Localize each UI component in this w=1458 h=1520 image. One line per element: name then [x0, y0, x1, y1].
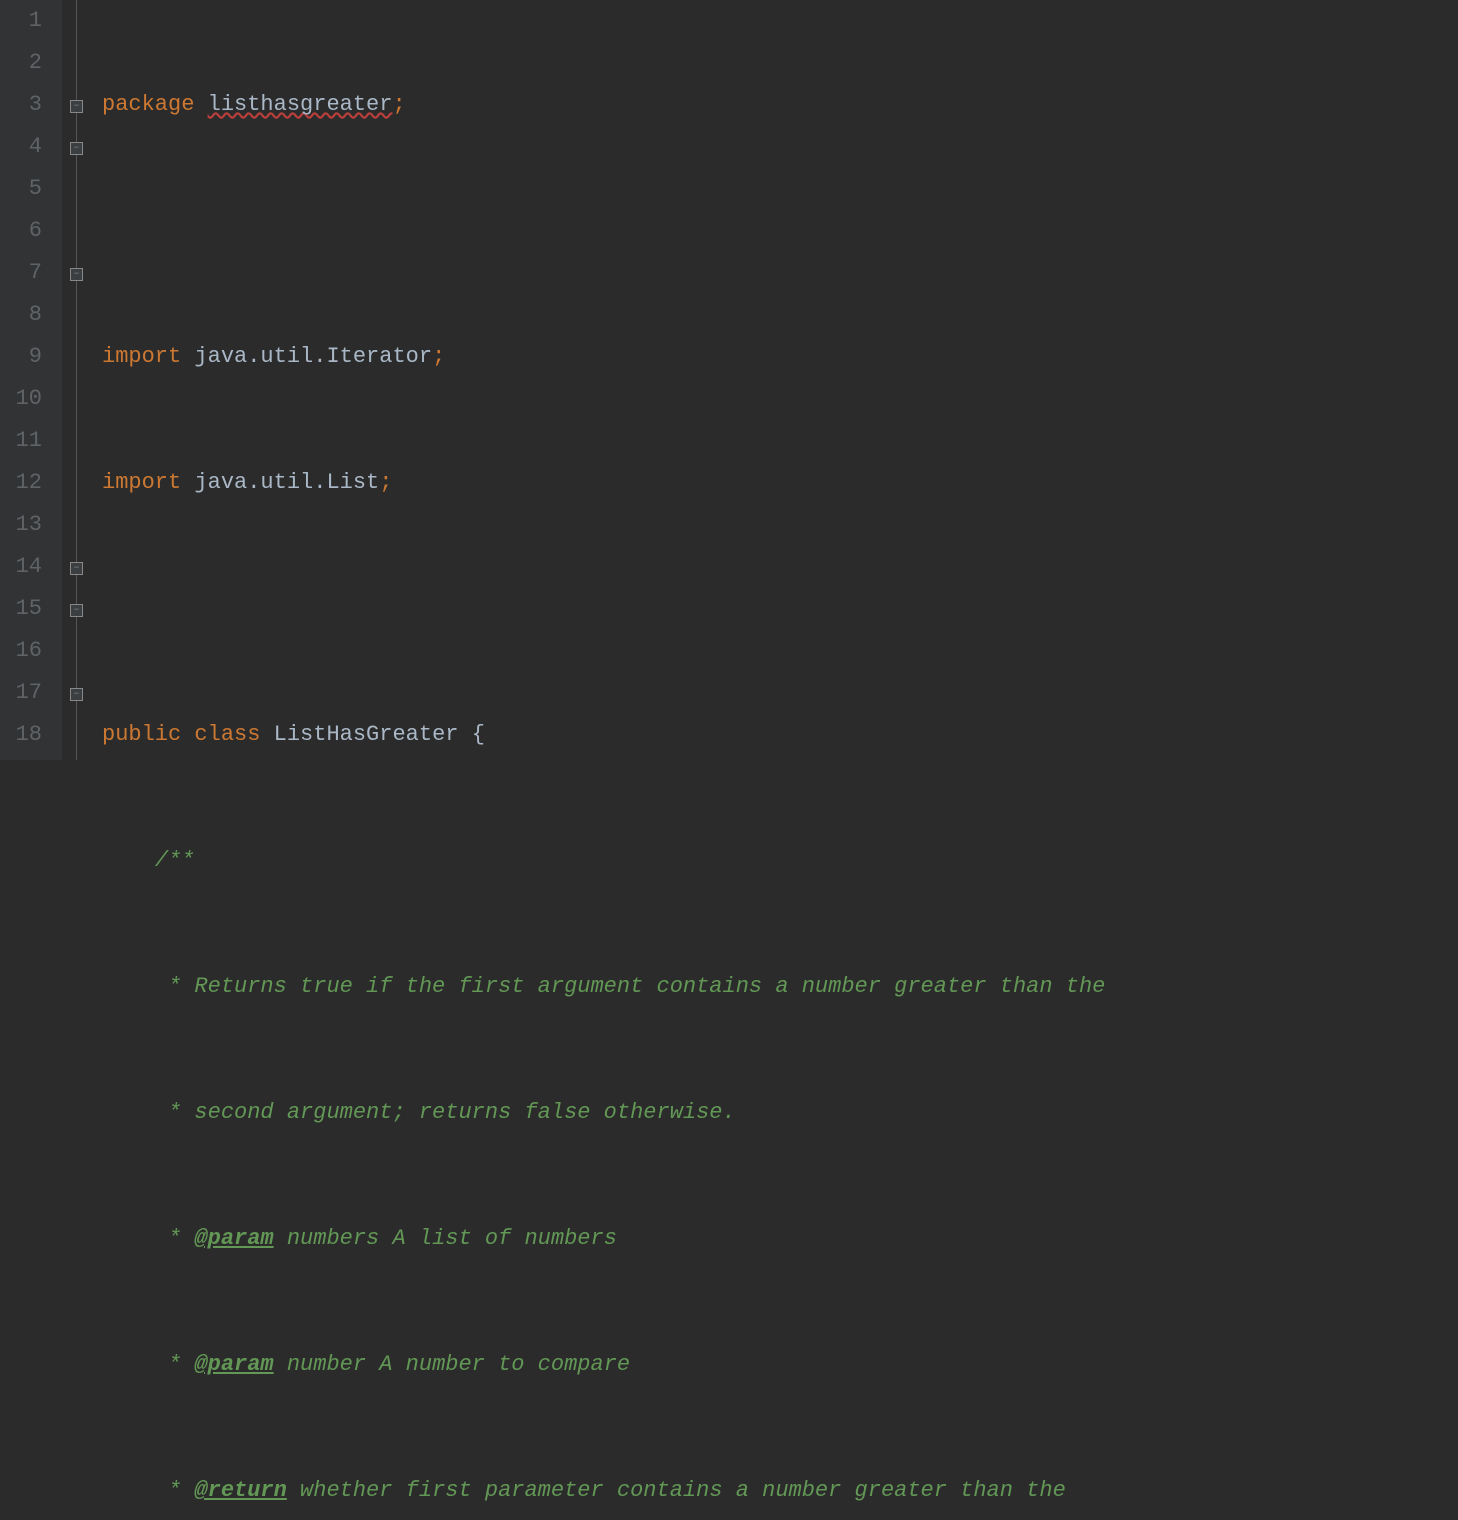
code-line[interactable] — [102, 588, 1105, 630]
fold-toggle-icon[interactable]: − — [70, 100, 83, 113]
javadoc-line: * Returns true if the first argument con… — [155, 974, 1106, 999]
class-name: ListHasGreater — [274, 722, 459, 747]
line-number: 10 — [10, 378, 42, 420]
fold-toggle-icon[interactable]: − — [70, 688, 83, 701]
code-line[interactable]: import java.util.List; — [102, 462, 1105, 504]
code-area[interactable]: package listhasgreater; import java.util… — [92, 0, 1105, 760]
line-number: 16 — [10, 630, 42, 672]
code-line[interactable]: package listhasgreater; — [102, 84, 1105, 126]
javadoc-tag-param: @param — [194, 1352, 273, 1377]
code-line[interactable]: public class ListHasGreater { — [102, 714, 1105, 756]
javadoc-star: * — [155, 1478, 195, 1503]
semicolon: ; — [379, 470, 392, 495]
line-number: 12 — [10, 462, 42, 504]
fold-gutter[interactable]: − − − − − − — [62, 0, 92, 760]
javadoc-open: /** — [155, 848, 195, 873]
code-line[interactable]: /** — [102, 840, 1105, 882]
code-line[interactable]: * Returns true if the first argument con… — [102, 966, 1105, 1008]
javadoc-text: number A number to compare — [274, 1352, 630, 1377]
import-path: java.util.Iterator — [194, 344, 432, 369]
line-number: 2 — [10, 42, 42, 84]
line-number: 3 — [10, 84, 42, 126]
fold-toggle-icon[interactable]: − — [70, 268, 83, 281]
fold-toggle-icon[interactable]: − — [70, 604, 83, 617]
javadoc-line: * second argument; returns false otherwi… — [155, 1100, 736, 1125]
line-number: 15 — [10, 588, 42, 630]
line-number: 13 — [10, 504, 42, 546]
javadoc-star: * — [155, 1226, 195, 1251]
line-number: 14 — [10, 546, 42, 588]
package-name: listhasgreater — [208, 92, 393, 117]
semicolon: ; — [392, 92, 405, 117]
line-number: 9 — [10, 336, 42, 378]
keyword-class: class — [194, 722, 260, 747]
keyword-public: public — [102, 722, 181, 747]
fold-toggle-icon[interactable]: − — [70, 562, 83, 575]
code-line[interactable]: * second argument; returns false otherwi… — [102, 1092, 1105, 1134]
keyword-import: import — [102, 470, 181, 495]
brace-open: { — [472, 722, 485, 747]
javadoc-text: whether first parameter contains a numbe… — [287, 1478, 1066, 1503]
line-number: 8 — [10, 294, 42, 336]
code-line[interactable] — [102, 210, 1105, 252]
code-line[interactable]: * @param number A number to compare — [102, 1344, 1105, 1386]
keyword-import: import — [102, 344, 181, 369]
javadoc-star: * — [155, 1352, 195, 1377]
keyword-package: package — [102, 92, 194, 117]
javadoc-text: numbers A list of numbers — [274, 1226, 617, 1251]
import-path: java.util.List — [194, 470, 379, 495]
line-number: 18 — [10, 714, 42, 756]
line-number: 4 — [10, 126, 42, 168]
line-number: 7 — [10, 252, 42, 294]
line-number: 1 — [10, 0, 42, 42]
line-number: 5 — [10, 168, 42, 210]
code-line[interactable]: * @return whether first parameter contai… — [102, 1470, 1105, 1512]
code-editor[interactable]: 1 2 3 4 5 6 7 8 9 10 11 12 13 14 15 16 1… — [0, 0, 1458, 760]
javadoc-tag-return: @return — [194, 1478, 286, 1503]
line-number: 17 — [10, 672, 42, 714]
semicolon: ; — [432, 344, 445, 369]
fold-indent-guide — [76, 0, 77, 760]
line-number-gutter: 1 2 3 4 5 6 7 8 9 10 11 12 13 14 15 16 1… — [0, 0, 62, 760]
line-number: 6 — [10, 210, 42, 252]
code-line[interactable]: * @param numbers A list of numbers — [102, 1218, 1105, 1260]
fold-toggle-icon[interactable]: − — [70, 142, 83, 155]
code-line[interactable]: import java.util.Iterator; — [102, 336, 1105, 378]
javadoc-tag-param: @param — [194, 1226, 273, 1251]
line-number: 11 — [10, 420, 42, 462]
